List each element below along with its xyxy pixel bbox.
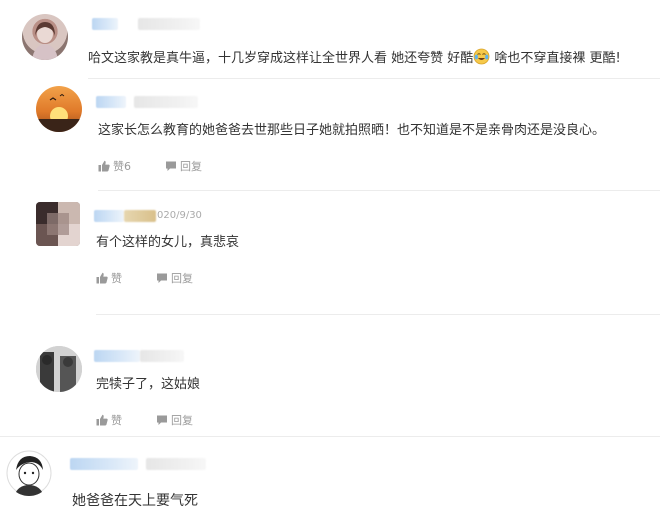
comment-text: 有个这样的女儿，真悲哀: [96, 235, 240, 250]
comment-actions: 赞 回复: [96, 270, 193, 286]
comment-text: 她爸爸在天上要气死: [72, 493, 198, 509]
thumbs-up-icon: [96, 414, 108, 426]
comment-text: 哈文这家教是真牛逼，十几岁穿成这样让全世界人看 她还夸赞 好酷 啥也不穿直接裸 …: [88, 48, 621, 71]
meta-blurred: [124, 210, 156, 222]
avatar[interactable]: [6, 450, 52, 496]
comment-5: 她爸爸在天上要气死: [0, 436, 660, 524]
reply-button[interactable]: 回复: [156, 412, 193, 428]
crying-laughing-emoji-icon: [473, 48, 490, 71]
reply-bubble-icon: [157, 415, 167, 425]
like-count: 赞6: [113, 160, 131, 173]
reply-button[interactable]: 回复: [156, 270, 193, 286]
comment-actions: 赞6 回复: [98, 158, 202, 174]
comment-3: 020/9/30 有个这样的女儿，真悲哀 赞 回复: [0, 190, 660, 310]
comment-text: 这家长怎么教育的她爸爸去世那些日子她就拍照晒！也不知道是不是亲骨肉还是没良心。: [98, 123, 606, 138]
meta-blurred: [134, 96, 198, 108]
username-blurred[interactable]: [94, 350, 140, 362]
comment-date: 020/9/30: [157, 210, 202, 221]
like-button[interactable]: 赞: [96, 270, 122, 286]
avatar-image-icon: [36, 346, 82, 392]
avatar[interactable]: [36, 202, 80, 246]
like-count: 赞: [111, 414, 122, 427]
thumbs-up-icon: [98, 160, 110, 172]
comment-4: 完犊子了，这姑娘 赞 回复: [0, 314, 660, 434]
username-blurred[interactable]: [96, 96, 126, 108]
sunset-avatar-icon: [36, 93, 82, 132]
like-count: 赞: [111, 272, 122, 285]
meta-blurred: [138, 18, 200, 30]
meta-blurred: [140, 350, 184, 362]
reply-bubble-icon: [166, 161, 176, 171]
reply-label: 回复: [180, 160, 202, 173]
avatar-image-icon: [32, 22, 58, 60]
username-blurred[interactable]: [94, 210, 124, 222]
sketch-avatar-icon: [6, 450, 52, 496]
comment-text: 完犊子了，这姑娘: [96, 377, 201, 392]
like-button[interactable]: 赞6: [98, 158, 131, 174]
username-blurred[interactable]: [70, 458, 138, 470]
thumbs-up-icon: [96, 272, 108, 284]
like-button[interactable]: 赞: [96, 412, 122, 428]
comment-actions: 赞 回复: [96, 412, 193, 428]
comment-1: 哈文这家教是真牛逼，十几岁穿成这样让全世界人看 她还夸赞 好酷 啥也不穿直接裸 …: [0, 0, 660, 78]
username-blurred[interactable]: [92, 18, 118, 30]
avatar[interactable]: [22, 14, 68, 60]
avatar[interactable]: [36, 346, 82, 392]
reply-label: 回复: [171, 414, 193, 427]
reply-label: 回复: [171, 272, 193, 285]
comment-2: 这家长怎么教育的她爸爸去世那些日子她就拍照晒！也不知道是不是亲骨肉还是没良心。 …: [0, 78, 660, 188]
avatar-image-icon: [36, 202, 80, 246]
meta-blurred: [146, 458, 206, 470]
reply-button[interactable]: 回复: [165, 158, 202, 174]
avatar[interactable]: [36, 86, 82, 132]
reply-bubble-icon: [157, 273, 167, 283]
